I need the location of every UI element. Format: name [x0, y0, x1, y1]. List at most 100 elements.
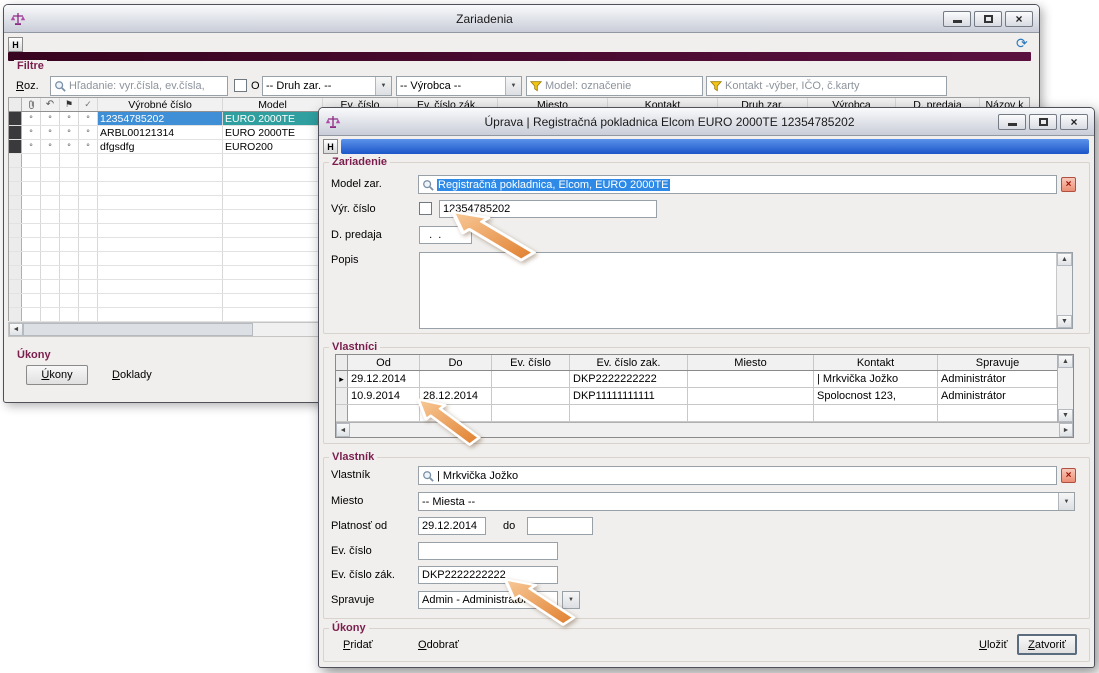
scroll-up-button[interactable]: ▲	[1057, 253, 1072, 266]
column-header-vyrobne-cislo[interactable]: Výrobné číslo	[98, 98, 223, 111]
spravuje-cell[interactable]: Administrátor	[938, 388, 1057, 404]
platnost-od-input[interactable]: 29.12.2014	[418, 517, 486, 535]
ukony-button[interactable]: Úkony	[26, 365, 88, 385]
column-header-miesto[interactable]: Miesto	[688, 355, 814, 370]
serial-cell[interactable]: dfgsdfg	[98, 140, 223, 153]
odobrat-button[interactable]: Odobrať	[418, 639, 459, 651]
miesto-cell[interactable]	[688, 371, 814, 387]
check-icon[interactable]: ✓	[79, 98, 98, 111]
row-selector-cell	[9, 224, 22, 237]
empty-cell	[60, 154, 79, 167]
clear-model-button[interactable]: ×	[1061, 177, 1076, 192]
chevron-down-icon[interactable]: ▼	[375, 77, 391, 95]
model-input[interactable]: Registračná pokladnica, Elcom, EURO 2000…	[418, 175, 1057, 194]
empty-cell	[79, 210, 98, 223]
empty-cell	[98, 196, 223, 209]
vlastnik-input[interactable]: | Mrkvička Jožko	[418, 466, 1057, 485]
spravuje-cell[interactable]: Administrátor	[938, 371, 1057, 387]
scroll-left-button[interactable]: ◄	[9, 323, 23, 336]
minimize-button[interactable]	[998, 114, 1026, 130]
vertical-scrollbar[interactable]: ▲ ▼	[1057, 355, 1073, 422]
o-checkbox[interactable]	[234, 79, 247, 92]
model-input-value: Registračná pokladnica, Elcom, EURO 2000…	[437, 179, 670, 191]
model-filter-input[interactable]: Model: označenie	[526, 76, 703, 96]
serial-label: Výr. číslo	[331, 203, 376, 215]
column-header-ev-cislo-zak[interactable]: Ev. číslo zak.	[570, 355, 688, 370]
ev-cislo-zak-cell[interactable]: DKP2222222222	[570, 371, 688, 387]
column-header-kontakt[interactable]: Kontakt	[814, 355, 938, 370]
zatvorit-button[interactable]: Zatvoriť	[1017, 634, 1077, 655]
search-input[interactable]: Hľadanie: vyr.čísla, ev.čísla,	[50, 76, 228, 96]
edit-titlebar[interactable]: Úprava | Registračná pokladnica Elcom EU…	[319, 108, 1094, 136]
kontakt-cell[interactable]: Spolocnost 123,	[814, 388, 938, 404]
row-selector-cell[interactable]	[9, 126, 22, 139]
clear-vlastnik-button[interactable]: ×	[1061, 468, 1076, 483]
platnost-do-input[interactable]	[527, 517, 593, 535]
empty-cell	[79, 308, 98, 321]
ev-cislo-cell[interactable]	[492, 388, 570, 404]
od-cell[interactable]: 29.12.2014	[348, 371, 420, 387]
flag-icon[interactable]: ⚑	[60, 98, 79, 111]
model-cell[interactable]: EURO200	[223, 140, 323, 153]
empty-cell	[41, 280, 60, 293]
h-menu-button[interactable]: H	[323, 139, 338, 154]
refresh-icon[interactable]: ⟳	[1016, 36, 1028, 50]
owner-row-current[interactable]: ▸ 29.12.2014 DKP2222222222 | Mrkvička Jo…	[336, 371, 1057, 388]
textarea-scrollbar[interactable]: ▲ ▼	[1056, 253, 1072, 328]
scrollbar-track[interactable]	[1058, 368, 1073, 409]
column-header-ev-cislo[interactable]: Ev. číslo	[492, 355, 570, 370]
doklady-button[interactable]: Doklady	[112, 369, 152, 381]
paperclip-icon[interactable]	[22, 98, 41, 111]
ev-cislo-cell[interactable]	[492, 371, 570, 387]
do-cell[interactable]	[420, 371, 492, 387]
serial-cell[interactable]: ARBL00121314	[98, 126, 223, 139]
empty-cell	[223, 252, 323, 265]
od-cell[interactable]: 10.9.2014	[348, 388, 420, 404]
ulozit-button[interactable]: Uložiť	[979, 639, 1008, 651]
column-header-spravuje[interactable]: Spravuje	[938, 355, 1057, 370]
zatvorit-button-label: Zatvoriť	[1028, 639, 1066, 651]
scrollbar-thumb[interactable]	[23, 323, 253, 336]
empty-cell	[79, 196, 98, 209]
undo-icon[interactable]: ↶	[41, 98, 60, 111]
row-selector-cell[interactable]	[9, 112, 22, 125]
chevron-down-icon[interactable]: ▼	[505, 77, 521, 95]
row-selector-cell[interactable]	[9, 140, 22, 153]
scroll-down-button[interactable]: ▼	[1057, 315, 1072, 328]
miesto-select[interactable]: -- Miesta -- ▼	[418, 492, 1075, 511]
model-cell[interactable]: EURO 2000TE	[223, 126, 323, 139]
odobrat-button-label: Odobrať	[418, 639, 459, 651]
empty-cell	[814, 405, 938, 421]
kontakt-cell[interactable]: | Mrkvička Jožko	[814, 371, 938, 387]
ev-cislo-input[interactable]	[418, 542, 558, 560]
maximize-button[interactable]	[1029, 114, 1057, 130]
close-button[interactable]: ×	[1060, 114, 1088, 130]
close-button[interactable]: ×	[1005, 11, 1033, 27]
maximize-button[interactable]	[974, 11, 1002, 27]
miesto-cell[interactable]	[688, 388, 814, 404]
chevron-down-icon[interactable]: ▼	[1058, 493, 1074, 510]
minimize-button[interactable]	[943, 11, 971, 27]
column-header-od[interactable]: Od	[348, 355, 420, 370]
scroll-up-button[interactable]: ▲	[1058, 355, 1073, 368]
h-menu-button[interactable]: H	[8, 37, 23, 52]
column-header-model[interactable]: Model	[223, 98, 323, 111]
vyrobca-select[interactable]: -- Výrobca -- ▼	[396, 76, 522, 96]
empty-cell	[41, 224, 60, 237]
druh-select[interactable]: -- Druh zar. -- ▼	[262, 76, 392, 96]
pridat-button[interactable]: Pridať	[343, 639, 373, 651]
column-header-do[interactable]: Do	[420, 355, 492, 370]
empty-cell	[60, 210, 79, 223]
empty-cell	[60, 182, 79, 195]
scroll-right-button[interactable]: ►	[1059, 423, 1073, 437]
scroll-down-button[interactable]: ▼	[1058, 409, 1073, 422]
devices-titlebar[interactable]: Zariadenia ×	[4, 5, 1039, 33]
model-cell[interactable]: EURO 2000TE	[223, 112, 323, 125]
serial-checkbox[interactable]	[419, 202, 432, 215]
kontakt-filter-input[interactable]: Kontakt -výber, IČO, č.karty	[706, 76, 947, 96]
ev-cislo-zak-cell[interactable]: DKP11111111111	[570, 388, 688, 404]
row-selector-cell[interactable]	[336, 388, 348, 404]
serial-cell[interactable]: 12354785202	[98, 112, 223, 125]
roz-label[interactable]: Roz.	[16, 80, 39, 92]
scroll-left-button[interactable]: ◄	[336, 423, 350, 437]
